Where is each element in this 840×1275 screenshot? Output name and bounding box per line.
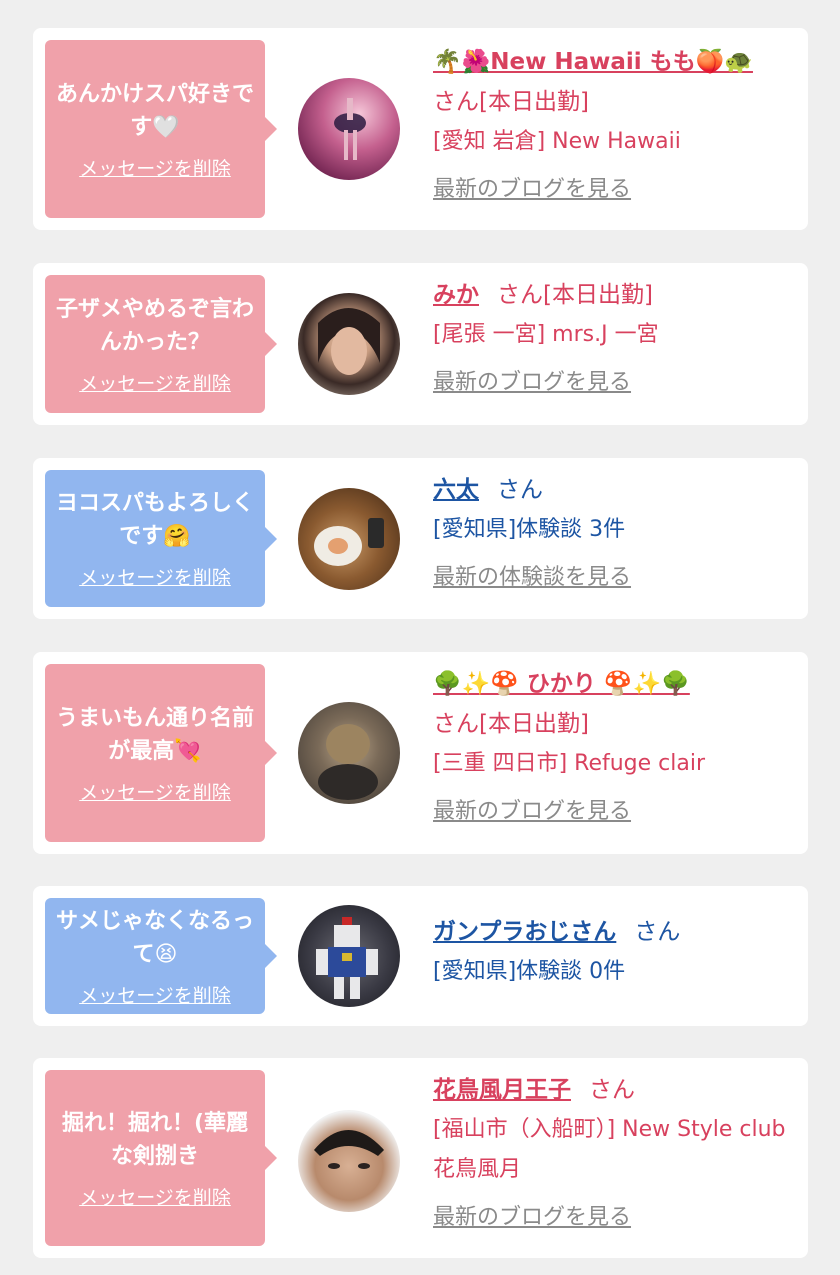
profile-suffix: さん[本日出勤] — [433, 89, 589, 115]
message-bubble: うまいもん通り名前が最高💘 メッセージを削除 — [45, 664, 277, 842]
message-text: ヨコスパもよろしくです🤗 — [55, 491, 254, 549]
message-bubble: ヨコスパもよろしくです🤗 メッセージを削除 — [45, 470, 277, 607]
avatar[interactable] — [298, 78, 400, 180]
profile-name-link[interactable]: 🌳✨🍄 ひかり 🍄✨🌳 — [433, 671, 690, 697]
avatar[interactable] — [298, 1110, 400, 1212]
delete-message-link[interactable]: メッセージを削除 — [79, 1183, 231, 1210]
latest-review-link[interactable]: 最新の体験談を見る — [433, 562, 631, 594]
profile-suffix: さん — [634, 919, 681, 945]
profile-name-link[interactable]: ガンプラおじさん — [433, 919, 616, 945]
delete-message-link[interactable]: メッセージを削除 — [79, 154, 231, 181]
message-text: サメじゃなくなるって😫 — [55, 908, 254, 967]
avatar-face-icon — [314, 1130, 384, 1169]
message-text: 子ザメやめるぞ言わんかった？ — [55, 296, 254, 355]
message-card: あんかけスパ好きです🤍 メッセージを削除 🌴🌺New Hawaii もも🍑🐢 さ… — [33, 28, 808, 230]
profile-suffix: さん — [497, 477, 543, 503]
profile-info: 🌴🌺New Hawaii もも🍑🐢 さん[本日出勤] [愛知 岩倉] New H… — [433, 42, 788, 206]
profile-name-link[interactable]: 六太 — [433, 477, 479, 503]
latest-blog-link[interactable]: 最新のブログを見る — [433, 1202, 631, 1234]
message-bubble: サメじゃなくなるって😫 メッセージを削除 — [45, 898, 277, 1014]
shop-info: [尾張 一宮] mrs.J 一宮 — [433, 322, 659, 347]
message-card: サメじゃなくなるって😫 メッセージを削除 ガンプラおじさん さん [愛知県]体験談… — [33, 886, 808, 1026]
avatar[interactable] — [298, 905, 400, 1007]
message-card: 子ザメやめるぞ言わんかった？ メッセージを削除 みか さん[本日出勤] [尾張 一… — [33, 263, 808, 425]
profile-info: ガンプラおじさん さん [愛知県]体験談 0件 — [433, 912, 788, 992]
message-bubble: 子ザメやめるぞ言わんかった？ メッセージを削除 — [45, 275, 277, 413]
message-card: うまいもん通り名前が最高💘 メッセージを削除 🌳✨🍄 ひかり 🍄✨🌳 さん[本日… — [33, 652, 808, 854]
message-text: 掘れ！掘れ！(華麗な剣捌き — [61, 1110, 249, 1169]
message-text: うまいもん通り名前が最高💘 — [55, 705, 254, 764]
profile-info: 花鳥風月王子 さん [福山市（入船町）] New Style club花鳥風月 最… — [433, 1070, 788, 1234]
latest-blog-link[interactable]: 最新のブログを見る — [433, 796, 631, 828]
message-text: あんかけスパ好きです🤍 — [55, 81, 254, 140]
profile-info: 六太 さん [愛知県]体験談 3件 最新の体験談を見る — [433, 470, 788, 594]
avatar[interactable] — [298, 293, 400, 395]
profile-info: みか さん[本日出勤] [尾張 一宮] mrs.J 一宮 最新のブログを見る — [433, 275, 788, 399]
latest-blog-link[interactable]: 最新のブログを見る — [433, 367, 631, 399]
latest-blog-link[interactable]: 最新のブログを見る — [433, 174, 631, 206]
message-card: 掘れ！掘れ！(華麗な剣捌き メッセージを削除 花鳥風月王子 さん [福山市（入船町… — [33, 1058, 808, 1258]
avatar-face-icon — [318, 308, 380, 375]
message-card: ヨコスパもよろしくです🤗 メッセージを削除 六太 さん [愛知県]体験談 3件 最… — [33, 458, 808, 619]
message-bubble: 掘れ！掘れ！(華麗な剣捌き メッセージを削除 — [45, 1070, 277, 1246]
avatar-food-icon — [314, 518, 384, 566]
shop-info: [愛知県]体験談 3件 — [433, 517, 626, 542]
avatar-hair-icon — [318, 724, 378, 800]
avatar[interactable] — [298, 702, 400, 804]
message-bubble: あんかけスパ好きです🤍 メッセージを削除 — [45, 40, 277, 218]
avatar-figure-icon — [334, 98, 366, 160]
delete-message-link[interactable]: メッセージを削除 — [79, 778, 231, 805]
profile-name-link[interactable]: みか — [433, 282, 479, 308]
shop-info: [福山市（入船町）] New Style club花鳥風月 — [433, 1117, 786, 1182]
profile-suffix: さん — [589, 1077, 635, 1103]
profile-name-link[interactable]: 🌴🌺New Hawaii もも🍑🐢 — [433, 49, 753, 75]
profile-suffix: さん[本日出勤] — [433, 711, 589, 737]
avatar[interactable] — [298, 488, 400, 590]
shop-info: [愛知県]体験談 0件 — [433, 959, 626, 984]
avatar-robot-icon — [316, 917, 378, 999]
shop-info: [三重 四日市] Refuge clair — [433, 751, 706, 776]
profile-info: 🌳✨🍄 ひかり 🍄✨🌳 さん[本日出勤] [三重 四日市] Refuge cla… — [433, 664, 788, 828]
profile-suffix: さん[本日出勤] — [497, 282, 653, 308]
profile-name-link[interactable]: 花鳥風月王子 — [433, 1077, 571, 1103]
delete-message-link[interactable]: メッセージを削除 — [79, 369, 231, 396]
shop-info: [愛知 岩倉] New Hawaii — [433, 129, 681, 154]
delete-message-link[interactable]: メッセージを削除 — [79, 563, 231, 590]
delete-message-link[interactable]: メッセージを削除 — [79, 981, 231, 1008]
